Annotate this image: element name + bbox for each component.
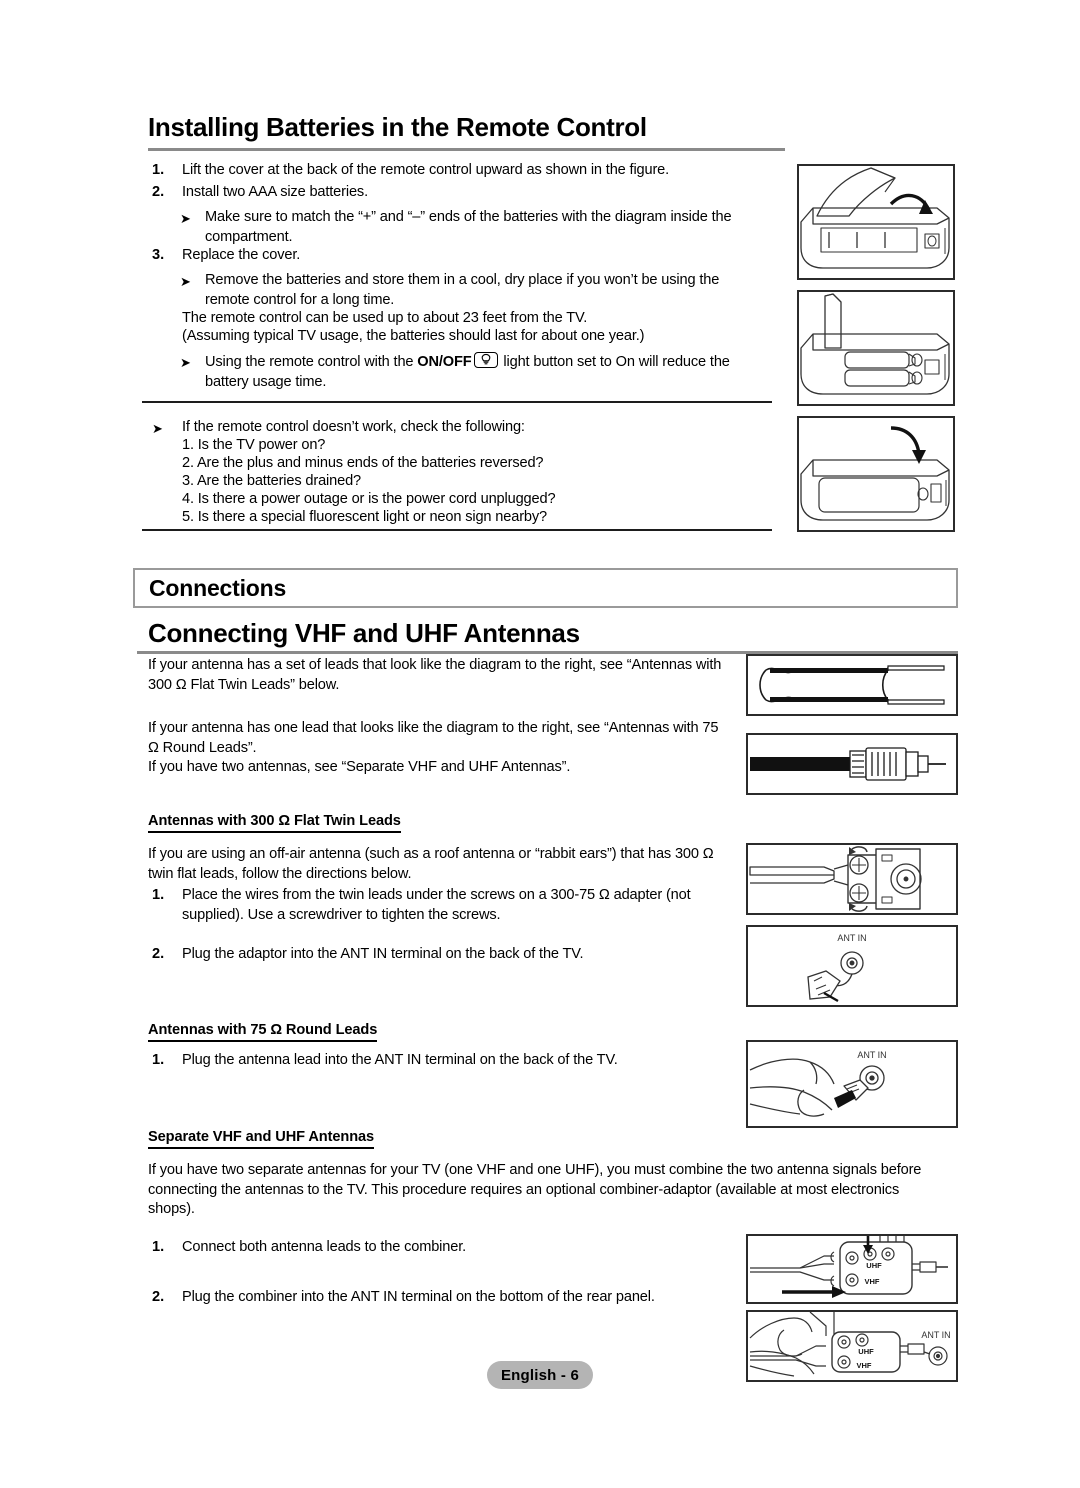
title-rule — [148, 148, 785, 151]
connections-section-box: Connections — [133, 568, 958, 608]
troubleshooting-item: 3. Are the batteries drained? — [182, 473, 362, 489]
ant-in-label: ANT IN — [921, 1330, 950, 1340]
separate-antennas-intro: If you have two separate antennas for yo… — [148, 1162, 922, 1217]
connections-section-label: Connections — [149, 574, 287, 601]
adapter-into-ant-in-diagram: ANT IN — [746, 925, 958, 1007]
troubleshooting-top-rule — [142, 401, 772, 403]
remote-range-line-2: (Assuming typical TV usage, the batterie… — [182, 328, 645, 344]
battery-step-1-text: Lift the cover at the back of the remote… — [182, 162, 670, 178]
remote-range-line-1: The remote control can be used up to abo… — [182, 310, 588, 326]
flat-twin-step-2-number: 2. — [152, 946, 165, 962]
battery-note-3-pre: Using the remote control with the — [205, 354, 418, 370]
connecting-antennas-heading: Connecting VHF and UHF Antennas — [148, 618, 580, 648]
coaxial-round-lead-cable-diagram — [746, 733, 958, 795]
battery-note-2: Remove the batteries and store them in a… — [205, 272, 720, 308]
round-leads-subheading: Antennas with 75 Ω Round Leads — [148, 1022, 377, 1042]
arrow-bullet-icon: ➤ — [180, 355, 191, 370]
separate-antennas-subheading: Separate VHF and UHF Antennas — [148, 1129, 374, 1149]
battery-step-1-number: 1. — [152, 162, 165, 178]
hand-plugging-ant-in-diagram: ANT IN — [746, 1040, 958, 1128]
arrow-bullet-icon: ➤ — [180, 211, 191, 226]
page-number-label: English - 6 — [500, 1366, 580, 1384]
separate-step-1-number: 1. — [152, 1239, 165, 1255]
flat-twin-subheading: Antennas with 300 Ω Flat Twin Leads — [148, 813, 401, 833]
flat-twin-intro: If you are using an off-air antenna (suc… — [148, 846, 714, 882]
arrow-bullet-icon: ➤ — [180, 274, 191, 289]
round-leads-step-1-number: 1. — [152, 1052, 165, 1068]
uhf-label: UHF — [858, 1347, 874, 1356]
vhf-label: VHF — [865, 1277, 880, 1286]
remote-batteries-inserted-diagram — [797, 290, 955, 406]
manual-page: Installing Batteries in the Remote Contr… — [0, 0, 1080, 1488]
uhf-label: UHF — [866, 1261, 882, 1270]
troubleshooting-item: 5. Is there a special fluorescent light … — [182, 509, 547, 525]
troubleshooting-item: 4. Is there a power outage or is the pow… — [182, 491, 556, 507]
remote-cover-lift-diagram — [797, 164, 955, 280]
flat-twin-step-1-number: 1. — [152, 887, 165, 903]
connections-intro-1: If your antenna has a set of leads that … — [148, 657, 722, 693]
battery-step-2-text: Install two AAA size batteries. — [182, 184, 368, 200]
round-leads-step-1-text: Plug the antenna lead into the ANT IN te… — [182, 1052, 618, 1068]
flat-twin-lead-cable-diagram — [746, 654, 958, 716]
ant-in-label: ANT IN — [857, 1050, 886, 1060]
separate-step-2-text: Plug the combiner into the ANT IN termin… — [182, 1289, 655, 1305]
vhf-label: VHF — [857, 1361, 872, 1370]
flat-twin-step-1-text: Place the wires from the twin leads unde… — [182, 887, 691, 923]
page-footer-badge: English - 6 — [487, 1361, 593, 1389]
battery-step-3-text: Replace the cover. — [182, 247, 301, 263]
battery-step-2-number: 2. — [152, 184, 165, 200]
battery-note-3: Using the remote control with the ON/OFF… — [205, 352, 765, 392]
troubleshooting-intro: If the remote control doesn’t work, chec… — [182, 419, 525, 435]
troubleshooting-item: 2. Are the plus and minus ends of the ba… — [182, 455, 544, 471]
battery-step-3-number: 3. — [152, 247, 165, 263]
ant-in-label: ANT IN — [837, 933, 866, 943]
troubleshooting-item: 1. Is the TV power on? — [182, 437, 326, 453]
connections-intro-3: If you have two antennas, see “Separate … — [148, 759, 571, 775]
300-to-75-ohm-adapter-diagram — [746, 843, 958, 915]
connections-intro-2: If your antenna has one lead that looks … — [148, 720, 719, 756]
arrow-bullet-icon: ➤ — [152, 421, 163, 436]
separate-step-2-number: 2. — [152, 1289, 165, 1305]
combiner-leads-diagram: UHF VHF — [746, 1234, 958, 1304]
page-title: Installing Batteries in the Remote Contr… — [148, 112, 647, 142]
onoff-label: ON/OFF — [417, 354, 472, 370]
battery-note-1: Make sure to match the “+” and “–” ends … — [205, 209, 732, 245]
troubleshooting-bottom-rule — [142, 529, 772, 531]
combiner-into-ant-in-diagram: UHF VHF ANT IN — [746, 1310, 958, 1382]
separate-step-1-text: Connect both antenna leads to the combin… — [182, 1239, 467, 1255]
remote-cover-replace-diagram — [797, 416, 955, 532]
light-bulb-icon — [473, 352, 498, 368]
flat-twin-step-2-text: Plug the adaptor into the ANT IN termina… — [182, 946, 584, 962]
